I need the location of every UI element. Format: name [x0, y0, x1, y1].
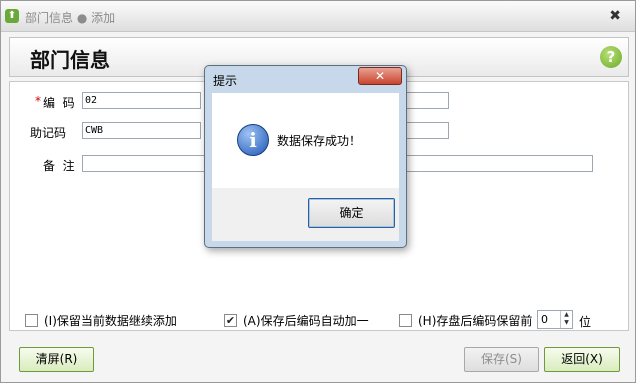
save-button[interactable]: 保存(S)	[464, 347, 539, 372]
auto-increment-checkbox[interactable]: ✔	[224, 314, 237, 327]
info-icon: i	[237, 124, 269, 156]
mnemonic-field[interactable]: CWB	[82, 122, 201, 139]
prefix-digits-value[interactable]: 0	[541, 313, 548, 326]
dialog-button-bar: 确定	[212, 188, 399, 241]
prefix-digits-stepper[interactable]: 0 ▲ ▼	[537, 310, 573, 329]
dialog-body: i 数据保存成功！	[212, 93, 399, 188]
keep-adding-option[interactable]: (I)保留当前数据继续添加	[25, 312, 177, 329]
code-field-right[interactable]	[401, 92, 449, 109]
keep-prefix-option[interactable]: (H)存盘后编码保留前	[399, 312, 532, 329]
dialog-close-icon[interactable]: ✕	[358, 67, 402, 85]
digits-unit-label: 位	[579, 315, 592, 329]
keep-adding-checkbox[interactable]	[25, 314, 38, 327]
required-mark: *	[35, 94, 41, 108]
back-button[interactable]: 返回(X)	[544, 347, 620, 372]
app-icon: ⬆	[5, 9, 19, 23]
dialog-title: 提示	[213, 74, 238, 88]
close-icon[interactable]: ✖	[609, 9, 621, 23]
keep-adding-label: (I)保留当前数据继续添加	[44, 314, 177, 328]
clear-button[interactable]: 清屏(R)	[19, 347, 94, 372]
code-field[interactable]: 02	[82, 92, 201, 109]
page-title: 部门信息	[30, 48, 110, 72]
keep-prefix-checkbox[interactable]	[399, 314, 412, 327]
auto-increment-option[interactable]: ✔ (A)保存后编码自动加一	[224, 312, 369, 329]
message-dialog: 提示 ✕ i 数据保存成功！ 确定	[204, 65, 407, 248]
remark-label: 备 注	[43, 159, 75, 173]
ok-button[interactable]: 确定	[308, 198, 395, 228]
auto-increment-label: (A)保存后编码自动加一	[243, 314, 369, 328]
keep-prefix-label: (H)存盘后编码保留前	[418, 314, 533, 328]
window-title: 部门信息 ● 添加	[25, 11, 116, 25]
help-icon[interactable]: ?	[600, 46, 622, 68]
code-label: 编 码	[43, 96, 75, 110]
mnemonic-field-right[interactable]	[401, 122, 449, 139]
mnemonic-label: 助记码	[30, 126, 67, 140]
window-titlebar: ⬆ 部门信息 ● 添加 ✖	[1, 1, 635, 32]
dialog-message: 数据保存成功！	[277, 134, 362, 148]
stepper-arrows-icon[interactable]: ▲ ▼	[560, 311, 572, 328]
